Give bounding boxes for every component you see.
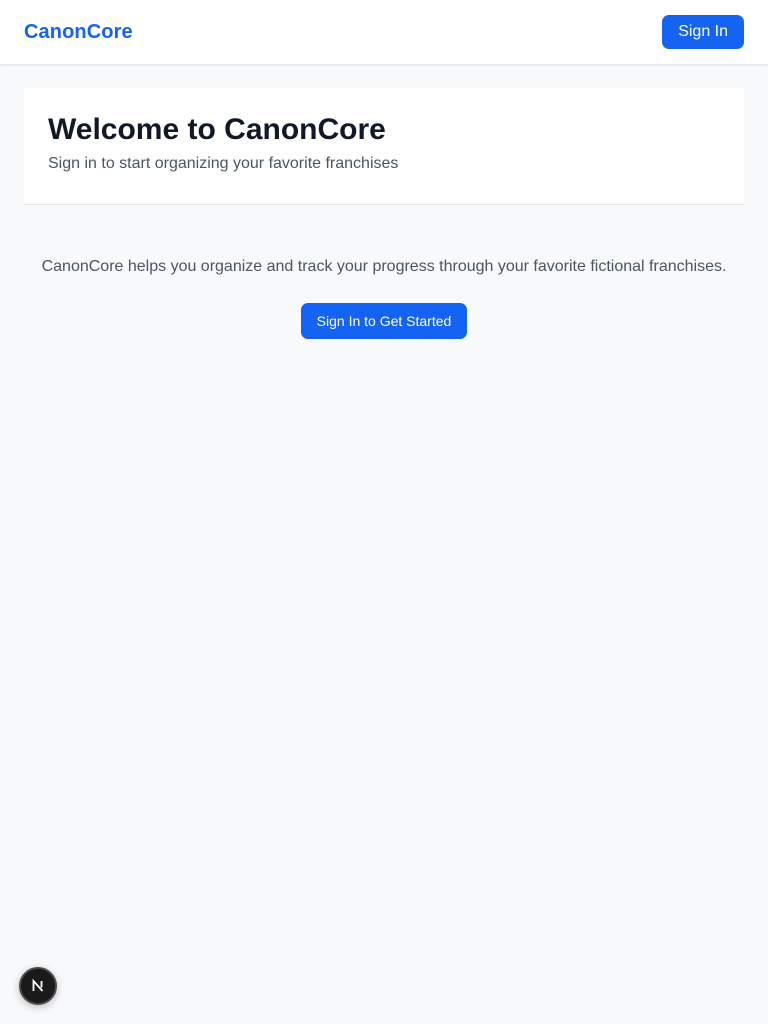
top-nav-bar: CanonCore Sign In	[0, 0, 768, 64]
intro-section: CanonCore helps you organize and track y…	[0, 255, 768, 339]
nextjs-dev-indicator-button[interactable]	[19, 967, 57, 1005]
welcome-card: Welcome to CanonCore Sign in to start or…	[24, 88, 744, 205]
header-sign-in-button[interactable]: Sign In	[662, 15, 744, 49]
nextjs-logo-icon	[32, 978, 44, 992]
intro-description: CanonCore helps you organize and track y…	[41, 258, 727, 275]
page-title: Welcome to CanonCore	[48, 113, 386, 146]
page-subtitle: Sign in to start organizing your favorit…	[48, 155, 399, 172]
get-started-button[interactable]: Sign In to Get Started	[300, 303, 468, 339]
brand-logo-link[interactable]: CanonCore	[24, 21, 133, 44]
